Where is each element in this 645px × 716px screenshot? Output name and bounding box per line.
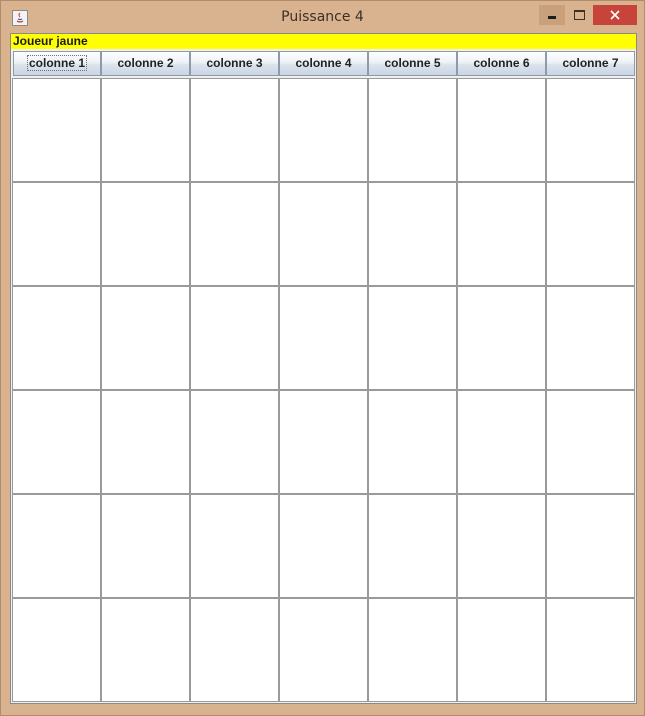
column-button-bar: colonne 1 colonne 2 colonne 3 colonne 4 … xyxy=(13,51,636,76)
board-cell xyxy=(368,78,457,182)
column-3-label: colonne 3 xyxy=(206,56,263,70)
column-6-button[interactable]: colonne 6 xyxy=(457,51,546,76)
board-cell xyxy=(101,598,190,702)
board-cell xyxy=(457,390,546,494)
board-cell xyxy=(368,494,457,598)
board-cell xyxy=(12,182,101,286)
board-cell xyxy=(190,78,279,182)
board-cell xyxy=(279,78,368,182)
board-cell xyxy=(546,390,635,494)
column-5-label: colonne 5 xyxy=(384,56,441,70)
app-window: Puissance 4 Joueur jaune colonne 1 colon… xyxy=(0,0,645,716)
board-cell xyxy=(101,78,190,182)
board-cell xyxy=(190,182,279,286)
minimize-button[interactable] xyxy=(539,5,565,25)
board-cell xyxy=(546,182,635,286)
close-button[interactable] xyxy=(593,5,637,25)
board-cell xyxy=(101,494,190,598)
board-cell xyxy=(190,390,279,494)
board-cell xyxy=(457,286,546,390)
board-cell xyxy=(101,390,190,494)
column-5-button[interactable]: colonne 5 xyxy=(368,51,457,76)
board-cell xyxy=(457,598,546,702)
column-7-button[interactable]: colonne 7 xyxy=(546,51,635,76)
board-cell xyxy=(12,78,101,182)
board-cell xyxy=(190,286,279,390)
close-icon xyxy=(610,10,620,20)
column-2-label: colonne 2 xyxy=(117,56,174,70)
game-board xyxy=(12,78,636,702)
board-cell xyxy=(12,286,101,390)
column-1-label: colonne 1 xyxy=(26,55,87,71)
board-cell xyxy=(368,598,457,702)
board-cell xyxy=(546,286,635,390)
board-cell xyxy=(101,182,190,286)
column-1-button[interactable]: colonne 1 xyxy=(13,51,101,76)
board-cell xyxy=(546,78,635,182)
board-cell xyxy=(368,390,457,494)
board-cell xyxy=(368,286,457,390)
current-player-label: Joueur jaune xyxy=(11,34,636,49)
board-cell xyxy=(546,494,635,598)
column-6-label: colonne 6 xyxy=(473,56,530,70)
board-cell xyxy=(279,598,368,702)
board-cell xyxy=(279,494,368,598)
column-2-button[interactable]: colonne 2 xyxy=(101,51,190,76)
column-4-button[interactable]: colonne 4 xyxy=(279,51,368,76)
board-cell xyxy=(368,182,457,286)
board-cell xyxy=(457,494,546,598)
board-cell xyxy=(101,286,190,390)
board-cell xyxy=(279,182,368,286)
board-cell xyxy=(279,286,368,390)
board-cell xyxy=(12,598,101,702)
title-bar[interactable]: Puissance 4 xyxy=(1,1,644,33)
board-cell xyxy=(190,494,279,598)
column-3-button[interactable]: colonne 3 xyxy=(190,51,279,76)
column-7-label: colonne 7 xyxy=(562,56,619,70)
board-cell xyxy=(457,182,546,286)
game-panel: Joueur jaune colonne 1 colonne 2 colonne… xyxy=(10,33,637,704)
board-cell xyxy=(279,390,368,494)
column-4-label: colonne 4 xyxy=(295,56,352,70)
maximize-button[interactable] xyxy=(567,5,591,25)
board-cell xyxy=(12,494,101,598)
board-cell xyxy=(457,78,546,182)
board-cell xyxy=(12,390,101,494)
board-cell xyxy=(546,598,635,702)
board-cell xyxy=(190,598,279,702)
